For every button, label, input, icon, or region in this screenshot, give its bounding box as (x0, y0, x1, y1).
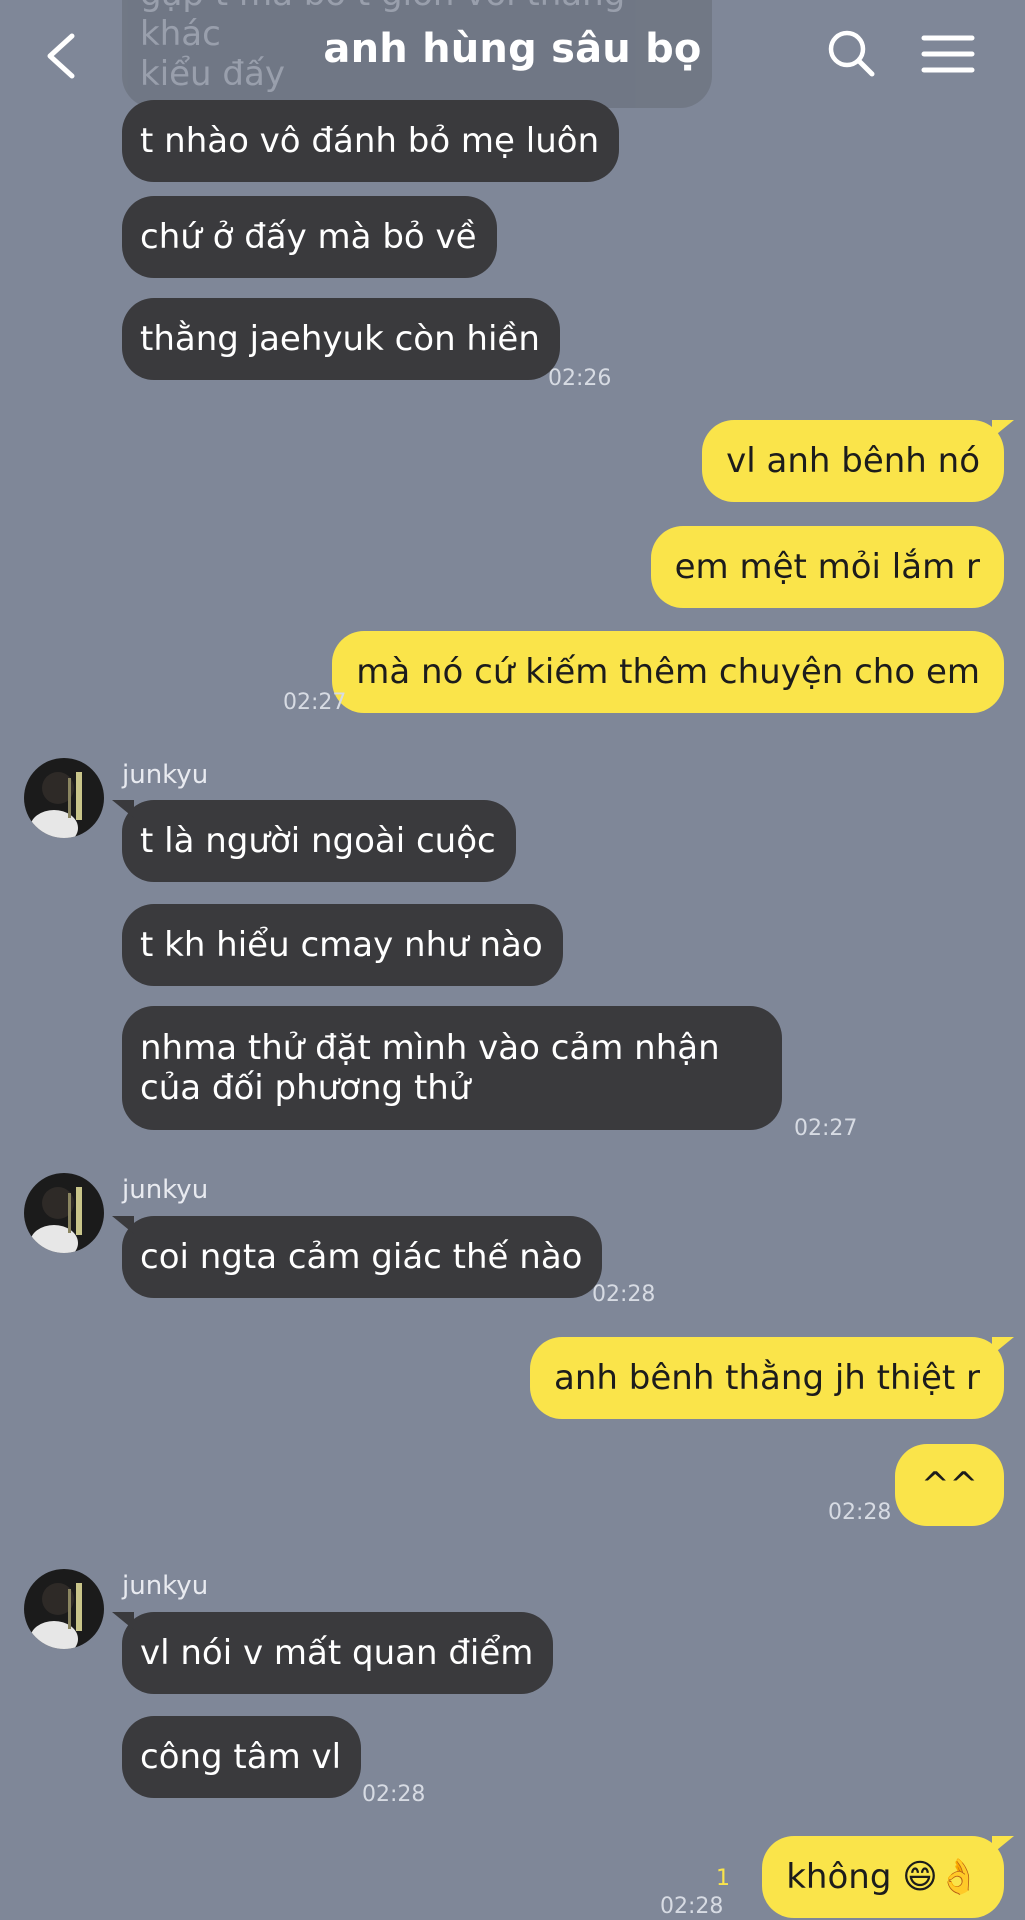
search-icon (828, 30, 875, 77)
message-outgoing[interactable]: em mệt mỏi lắm r (650, 526, 1004, 608)
avatar[interactable] (24, 1569, 104, 1649)
message-outgoing[interactable]: anh bênh thằng jh thiệt r (530, 1337, 1014, 1419)
message-time: 02:28 (362, 1782, 426, 1807)
message-text: anh bênh thằng jh thiệt r (554, 1358, 980, 1398)
message-text: mà nó cứ kiếm thêm chuyện cho em (356, 652, 980, 692)
message-text: ^^ (921, 1465, 978, 1505)
avatar-photo-icon (24, 1173, 104, 1253)
unread-count: 1 (716, 1866, 730, 1891)
message-incoming[interactable]: coi ngta cảm giác thế nào (111, 1216, 603, 1298)
sender-name: junkyu (122, 1175, 209, 1205)
message-incoming[interactable]: công tâm vl (122, 1716, 362, 1798)
avatar-photo-icon (24, 1569, 104, 1649)
message-text: thằng jaehyuk còn hiền (140, 319, 540, 359)
message-text: t là người ngoài cuộc (140, 821, 496, 861)
menu-button[interactable] (920, 32, 976, 76)
message-time: 02:28 (660, 1894, 724, 1919)
sender-name: junkyu (122, 1571, 209, 1601)
avatar[interactable] (24, 1173, 104, 1253)
message-text: em mệt mỏi lắm r (674, 547, 980, 587)
message-incoming[interactable]: thằng jaehyuk còn hiền (122, 298, 560, 380)
message-outgoing[interactable]: không 😄👌 (762, 1836, 1014, 1918)
message-incoming[interactable]: vl nói v mất quan điểm (111, 1612, 554, 1694)
chat-header: anh hùng sâu bọ (0, 0, 1025, 112)
hamburger-menu-icon (921, 35, 975, 73)
message-text: t nhào vô đánh bỏ mẹ luôn (140, 121, 600, 161)
avatar-photo-icon (24, 758, 104, 838)
message-text: không 😄👌 (786, 1857, 980, 1897)
message-text: vl anh bênh nó (726, 441, 980, 481)
message-time: 02:27 (794, 1116, 858, 1141)
message-text: t kh hiểu cmay như nào (140, 925, 543, 965)
message-text: coi ngta cảm giác thế nào (140, 1237, 583, 1277)
message-outgoing[interactable]: vl anh bênh nó (702, 420, 1014, 502)
message-time: 02:28 (592, 1282, 656, 1307)
message-incoming[interactable]: t nhào vô đánh bỏ mẹ luôn (122, 100, 620, 182)
avatar[interactable] (24, 758, 104, 838)
message-text: nhma thử đặt mình vào cảm nhận của đối p… (140, 1028, 720, 1108)
search-button[interactable] (826, 28, 876, 80)
message-incoming[interactable]: chứ ở đấy mà bỏ về (122, 196, 497, 278)
message-time: 02:26 (548, 366, 612, 391)
sender-name: junkyu (122, 760, 209, 790)
message-text: chứ ở đấy mà bỏ về (140, 217, 477, 257)
message-incoming[interactable]: t kh hiểu cmay như nào (122, 904, 563, 986)
message-incoming[interactable]: nhma thử đặt mình vào cảm nhận của đối p… (122, 1006, 782, 1130)
message-incoming[interactable]: t là người ngoài cuộc (112, 800, 516, 882)
message-time: 02:28 (828, 1500, 892, 1525)
message-text: công tâm vl (140, 1737, 342, 1777)
message-time: 02:27 (283, 690, 347, 715)
message-outgoing[interactable]: mà nó cứ kiếm thêm chuyện cho em (332, 631, 1004, 713)
message-text: vl nói v mất quan điểm (140, 1633, 534, 1673)
message-outgoing[interactable]: ^^ (895, 1444, 1004, 1526)
